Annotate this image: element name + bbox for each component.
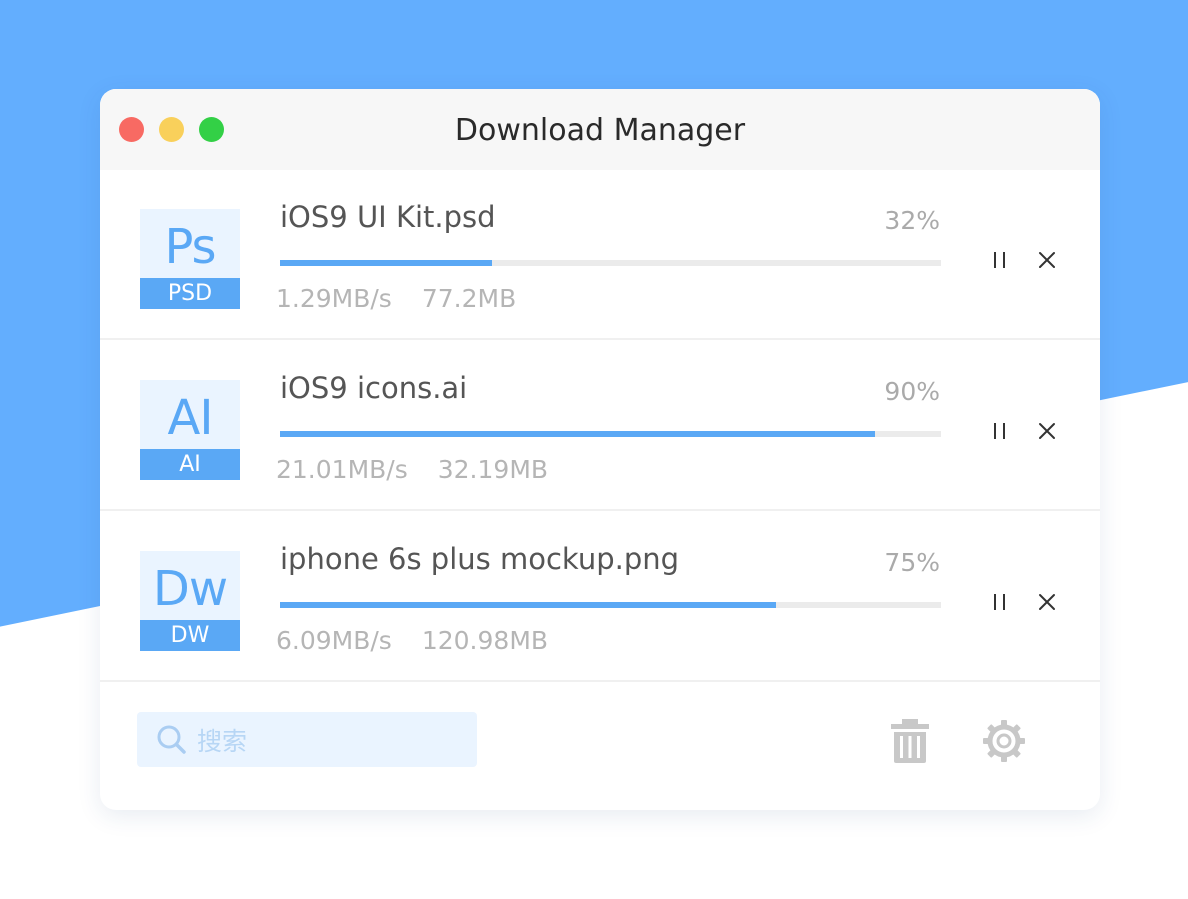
file-icon-glyph: Dw bbox=[152, 561, 228, 617]
file-type-tag: DW bbox=[140, 620, 240, 651]
window-title: Download Manager bbox=[454, 113, 746, 148]
download-item: Ps PSD iOS9 UI Kit.psd 32% 1.29MB/s 77.2M… bbox=[100, 170, 1100, 340]
gear-icon bbox=[983, 720, 1025, 762]
download-stats: 6.09MB/s 120.98MB bbox=[276, 626, 548, 655]
dw-file-icon: Dw DW bbox=[140, 551, 240, 651]
download-speed: 1.29MB/s bbox=[276, 284, 392, 313]
cancel-download-button[interactable] bbox=[1033, 417, 1061, 445]
download-manager-window: Download Manager Ps PSD iOS9 UI Kit.psd … bbox=[100, 89, 1100, 810]
cancel-download-button[interactable] bbox=[1033, 588, 1061, 616]
download-item: AI AI iOS9 icons.ai 90% 21.01MB/s 32.19MB bbox=[100, 341, 1100, 511]
download-item: Dw DW iphone 6s plus mockup.png 75% 6.09… bbox=[100, 512, 1100, 682]
download-stats: 1.29MB/s 77.2MB bbox=[276, 284, 516, 313]
close-icon bbox=[1039, 594, 1055, 610]
download-speed: 21.01MB/s bbox=[276, 455, 408, 484]
trash-icon bbox=[891, 719, 929, 763]
file-type-tag: PSD bbox=[140, 278, 240, 309]
progress-percent: 90% bbox=[884, 377, 940, 406]
pause-button[interactable] bbox=[986, 417, 1014, 445]
footer-toolbar bbox=[100, 683, 1100, 810]
file-name: iphone 6s plus mockup.png bbox=[280, 542, 680, 576]
close-icon bbox=[1039, 423, 1055, 439]
close-icon bbox=[1039, 252, 1055, 268]
file-icon-glyph: AI bbox=[167, 390, 214, 446]
download-stats: 21.01MB/s 32.19MB bbox=[276, 455, 548, 484]
pause-icon bbox=[994, 423, 1005, 439]
progress-bar bbox=[280, 602, 941, 608]
pause-icon bbox=[994, 594, 1005, 610]
title-bar: Download Manager bbox=[100, 89, 1100, 170]
psd-file-icon: Ps PSD bbox=[140, 209, 240, 309]
file-size: 32.19MB bbox=[437, 455, 549, 484]
search-input[interactable] bbox=[195, 720, 469, 762]
cancel-download-button[interactable] bbox=[1033, 246, 1061, 274]
progress-bar bbox=[280, 431, 941, 437]
file-icon-glyph: Ps bbox=[164, 219, 216, 275]
file-name: iOS9 UI Kit.psd bbox=[280, 200, 496, 234]
file-name: iOS9 icons.ai bbox=[280, 371, 468, 405]
pause-button[interactable] bbox=[986, 246, 1014, 274]
pause-icon bbox=[994, 252, 1005, 268]
file-size: 77.2MB bbox=[421, 284, 517, 313]
pause-button[interactable] bbox=[986, 588, 1014, 616]
progress-bar-fill bbox=[280, 602, 776, 608]
trash-button[interactable] bbox=[888, 717, 932, 765]
progress-percent: 75% bbox=[884, 548, 940, 577]
progress-bar-fill bbox=[280, 431, 875, 437]
background: Download Manager Ps PSD iOS9 UI Kit.psd … bbox=[0, 0, 1188, 899]
progress-percent: 32% bbox=[884, 206, 940, 235]
settings-button[interactable] bbox=[980, 717, 1028, 765]
file-size: 120.98MB bbox=[421, 626, 549, 655]
search-box[interactable] bbox=[137, 712, 477, 767]
download-speed: 6.09MB/s bbox=[276, 626, 392, 655]
progress-bar-fill bbox=[280, 260, 492, 266]
ai-file-icon: AI AI bbox=[140, 380, 240, 480]
progress-bar bbox=[280, 260, 941, 266]
search-icon bbox=[157, 725, 186, 754]
file-type-tag: AI bbox=[140, 449, 240, 480]
